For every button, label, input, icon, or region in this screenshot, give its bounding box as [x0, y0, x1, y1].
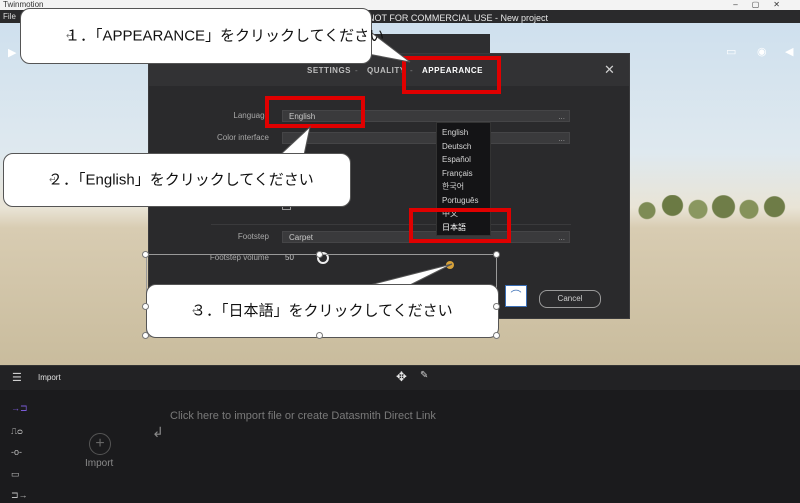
export-icon[interactable]: ⊐→: [11, 490, 28, 501]
curved-arrow-icon: ↲: [152, 424, 164, 440]
hamburger-menu-icon[interactable]: ☰: [12, 371, 22, 384]
image-icon: ⌒: [505, 285, 527, 307]
close-icon[interactable]: ✕: [604, 62, 615, 78]
language-option-francais[interactable]: Français: [437, 167, 490, 181]
expand-icon[interactable]: ◀: [785, 45, 793, 58]
cancel-button[interactable]: Cancel: [539, 290, 601, 308]
language-option-espanol[interactable]: Español: [437, 153, 490, 167]
move-icon[interactable]: ✥: [396, 369, 407, 385]
callout-step2: ２．「English」をクリックしてください ↵: [3, 153, 351, 207]
tree-line: [630, 195, 800, 221]
terrain-icon[interactable]: ⎍ᴑ: [11, 426, 23, 437]
callout-step1: １．「APPEARANCE」をクリックしてください ↵: [20, 8, 384, 64]
window-title: NOT FOR COMMERCIAL USE - New project: [368, 13, 549, 23]
callout-step2-text: ２．「English」をクリックしてください: [48, 171, 314, 189]
callout-step3-text: ３．「日本語」をクリックしてください: [191, 302, 453, 320]
import-icon[interactable]: →⊐: [11, 403, 28, 414]
link-icon[interactable]: -o-: [11, 447, 22, 457]
ellipsis-icon: ...: [558, 233, 565, 242]
resize-handle[interactable]: [142, 332, 149, 339]
footstep-value: Carpet: [289, 233, 314, 242]
add-import-icon[interactable]: +: [89, 433, 111, 455]
panel-title: Import: [38, 373, 61, 382]
tab-separator: -: [355, 66, 358, 75]
ellipsis-icon: ...: [558, 112, 565, 121]
import-hint[interactable]: Click here to import file or create Data…: [170, 410, 436, 422]
footstep-label: Footstep: [237, 232, 269, 241]
tab-quality[interactable]: QUALITY: [367, 66, 406, 75]
highlight-japanese: [409, 208, 511, 243]
resize-handle[interactable]: [493, 251, 500, 258]
color-interface-label: Color interface: [216, 133, 269, 142]
panel-toggle-icon[interactable]: ▭: [726, 45, 736, 58]
language-option-deutsch[interactable]: Deutsch: [437, 140, 490, 154]
menu-file[interactable]: File: [3, 12, 16, 21]
divider: [211, 224, 571, 225]
return-mark: ↵: [49, 174, 57, 185]
resize-handle[interactable]: [316, 332, 323, 339]
language-option-portugues[interactable]: Português: [437, 194, 490, 208]
language-option-english[interactable]: English: [437, 126, 490, 140]
color-interface-select[interactable]: ...: [282, 132, 570, 144]
pen-icon[interactable]: ✎: [420, 370, 428, 381]
callout-step3: ３．「日本語」をクリックしてください ↵: [146, 284, 499, 338]
callout-step1-text: １．「APPEARANCE」をクリックしてください: [65, 27, 385, 45]
ellipsis-icon: ...: [558, 134, 565, 143]
language-option-korean[interactable]: 한국어: [437, 180, 490, 194]
resize-handle[interactable]: [493, 332, 500, 339]
resize-handle[interactable]: [316, 251, 323, 258]
media-icon[interactable]: ▭: [11, 469, 20, 480]
highlight-english: [265, 96, 365, 128]
tab-settings[interactable]: SETTINGS: [307, 66, 351, 75]
return-mark: ↵: [66, 30, 74, 41]
window-controls[interactable]: –▢✕: [733, 0, 794, 10]
import-label[interactable]: Import: [85, 458, 113, 469]
resize-handle[interactable]: [142, 251, 149, 258]
language-label: Language: [233, 111, 269, 120]
resize-handle[interactable]: [493, 303, 500, 310]
panel-header: ☰ Import ✥ ✎: [0, 365, 800, 390]
play-icon[interactable]: ▶: [8, 46, 16, 59]
eye-icon[interactable]: ◉: [757, 45, 767, 58]
return-mark: ↵: [192, 305, 200, 316]
resize-handle[interactable]: [142, 303, 149, 310]
